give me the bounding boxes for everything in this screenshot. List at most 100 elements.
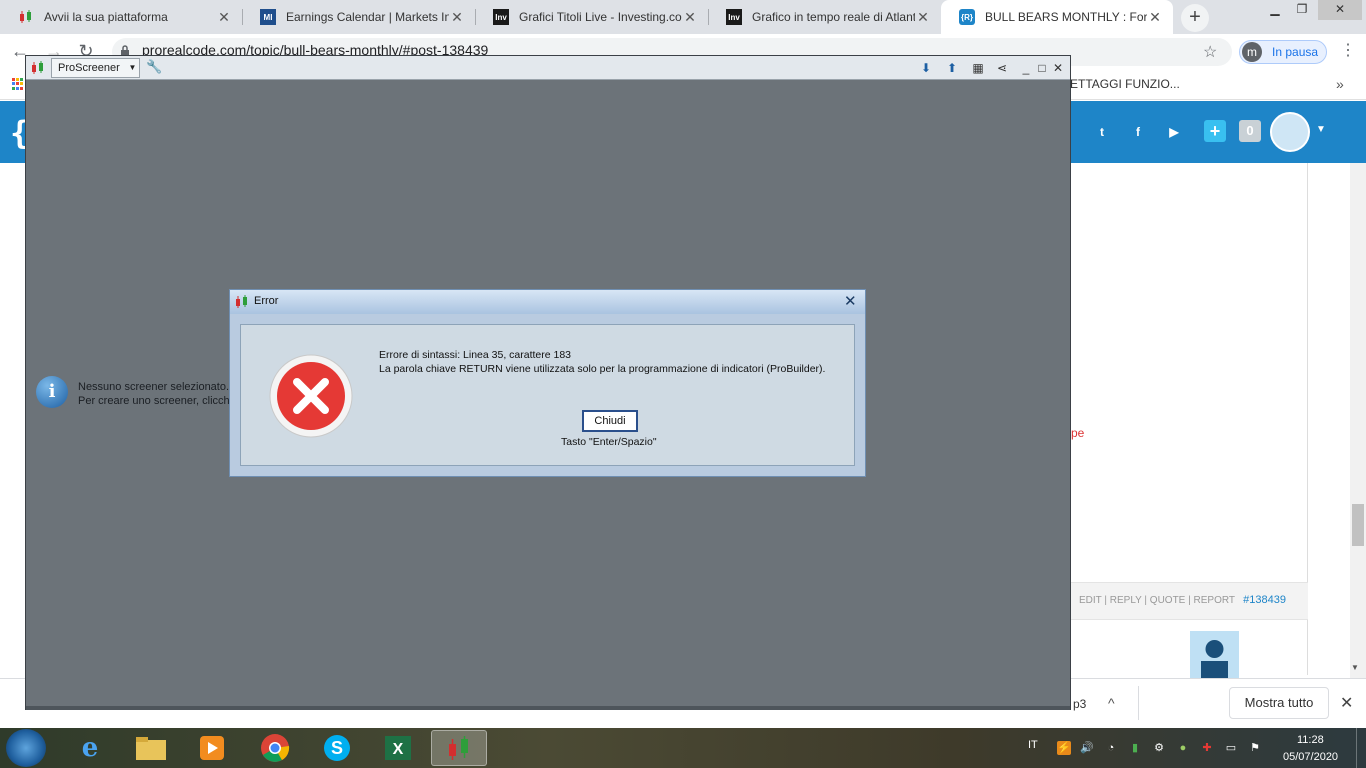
error-dialog: Error ✕ Errore di sintassi: Linea 35, ca…: [229, 289, 866, 477]
kebab-menu-icon[interactable]: ⋮: [1340, 40, 1356, 60]
scroll-down-icon[interactable]: ▼: [1351, 663, 1359, 672]
svg-text:S: S: [331, 738, 343, 758]
info-line[interactable]: Per creare uno screener, clicch: [78, 394, 230, 408]
close-icon[interactable]: ✕: [449, 9, 465, 26]
layout-icon[interactable]: ▦: [970, 60, 986, 76]
chevron-down-icon[interactable]: ▼: [1316, 124, 1326, 135]
profile-status-label: In pausa: [1272, 45, 1319, 59]
network-icon[interactable]: ▮: [1128, 741, 1142, 755]
prorealtime-taskbar-icon[interactable]: [431, 730, 487, 766]
tab-title: Earnings Calendar | Markets Insi: [286, 10, 449, 24]
clock-time[interactable]: 11:28: [1297, 734, 1324, 746]
post-id-link[interactable]: #138439: [1243, 594, 1286, 606]
share-icon[interactable]: ⋖: [994, 60, 1010, 76]
dialog-titlebar[interactable]: Error ✕: [230, 290, 865, 314]
edit-link[interactable]: EDIT: [1079, 595, 1102, 606]
info-line: Nessuno screener selezionato.: [78, 381, 230, 393]
twitter-icon[interactable]: t: [1092, 122, 1112, 142]
avatar: m: [1242, 42, 1262, 62]
tab-avvii-piattaforma[interactable]: Avvii la sua piattaforma ✕: [0, 0, 242, 34]
post-actions: EDIT | REPLY | QUOTE | REPORT #138439: [1079, 594, 1286, 606]
close-icon[interactable]: ✕: [1050, 60, 1066, 76]
screener-select-button[interactable]: ProScreener: [51, 58, 127, 78]
maximize-icon[interactable]: □: [1034, 60, 1050, 76]
excel-icon[interactable]: X: [370, 730, 426, 766]
windows-start-button[interactable]: [6, 729, 46, 767]
markets-insider-icon: MI: [260, 9, 276, 25]
prorealcode-icon: {R}: [959, 9, 975, 25]
keyboard-language[interactable]: IT: [1028, 739, 1038, 751]
bookmark-item[interactable]: ETTAGGI FUNZIO...: [1070, 77, 1180, 91]
close-window-icon[interactable]: ✕: [1318, 0, 1362, 20]
chrome-icon[interactable]: [247, 730, 303, 766]
minimize-icon[interactable]: _: [1018, 60, 1034, 76]
close-icon[interactable]: ✕: [1147, 9, 1163, 26]
error-x-icon: [269, 354, 353, 438]
download-item[interactable]: p3: [1073, 697, 1086, 711]
action-center-flag-icon[interactable]: ⚑: [1248, 741, 1262, 755]
browser-tab-strip: Avvii la sua piattaforma ✕ MI Earnings C…: [0, 0, 1366, 34]
avatar[interactable]: [1190, 631, 1239, 679]
minimize-icon[interactable]: ▁: [1262, 0, 1288, 20]
close-icon[interactable]: ✕: [844, 292, 857, 310]
new-tab-button[interactable]: +: [1181, 4, 1209, 32]
chevron-up-icon[interactable]: ^: [1108, 695, 1115, 711]
close-icon[interactable]: ✕: [216, 9, 232, 26]
facebook-icon[interactable]: f: [1128, 122, 1148, 142]
add-icon[interactable]: +: [1204, 120, 1226, 142]
tray-alert-icon[interactable]: ✚: [1200, 741, 1214, 755]
prorealtime-candles-icon: [32, 61, 43, 74]
tab-title: BULL BEARS MONTHLY : Forum: [985, 10, 1147, 24]
investing-icon: Inv: [726, 9, 742, 25]
bookmark-star-icon[interactable]: ☆: [1203, 42, 1217, 62]
display-icon[interactable]: ▭: [1224, 741, 1238, 755]
tray-app-icon[interactable]: ⚡: [1057, 741, 1071, 755]
error-message-line: Errore di sintassi: Linea 35, carattere …: [379, 349, 572, 361]
close-icon[interactable]: ✕: [915, 9, 931, 26]
error-message-line: La parola chiave RETURN viene utilizzata…: [379, 363, 826, 375]
tray-settings-icon[interactable]: ⚙: [1152, 741, 1166, 755]
bookmarks-overflow-icon[interactable]: »: [1336, 76, 1344, 92]
post-text-fragment: pe: [1071, 426, 1085, 440]
scrollbar-thumb[interactable]: [1352, 504, 1364, 546]
close-icon[interactable]: ✕: [1340, 693, 1353, 713]
tab-grafico-tempo-reale[interactable]: Inv Grafico in tempo reale di Atlanti ✕: [708, 0, 941, 34]
page-scrollbar[interactable]: [1350, 163, 1366, 678]
prorealtime-candles-icon: [18, 9, 34, 25]
clock-date[interactable]: 05/07/2020: [1283, 751, 1338, 763]
tab-title: Grafici Titoli Live - Investing.com: [519, 10, 682, 24]
tab-grafici-titoli[interactable]: Inv Grafici Titoli Live - Investing.com …: [475, 0, 708, 34]
tray-sync-icon[interactable]: ◔: [1104, 741, 1118, 755]
notification-counter[interactable]: 0: [1239, 120, 1261, 142]
apps-grid-icon[interactable]: [12, 78, 24, 90]
quote-link[interactable]: QUOTE: [1150, 595, 1186, 606]
avatar[interactable]: [1270, 112, 1310, 152]
divider: [1138, 686, 1139, 720]
internet-explorer-icon[interactable]: e: [62, 730, 118, 766]
profile-button[interactable]: m In pausa: [1239, 40, 1327, 64]
chevron-down-icon[interactable]: ▼: [126, 58, 140, 78]
show-all-button[interactable]: Mostra tutto: [1229, 687, 1329, 719]
report-link[interactable]: REPORT: [1194, 595, 1235, 606]
file-explorer-icon[interactable]: [123, 730, 179, 766]
tab-bull-bears-monthly[interactable]: {R} BULL BEARS MONTHLY : Forum ✕: [941, 0, 1173, 34]
prorealtime-candles-icon: [236, 295, 247, 308]
no-screener-message: Nessuno screener selezionato. Per creare…: [78, 380, 230, 408]
upload-arrow-icon[interactable]: ⬆: [944, 60, 960, 76]
media-player-icon[interactable]: [184, 730, 240, 766]
window-bottom-border: [26, 706, 1070, 710]
wrench-icon[interactable]: 🔧: [146, 59, 162, 75]
error-message: Errore di sintassi: Linea 35, carattere …: [379, 348, 825, 376]
close-dialog-button[interactable]: Chiudi: [582, 410, 638, 432]
show-desktop-button[interactable]: [1356, 728, 1366, 768]
restore-icon[interactable]: ❐: [1289, 0, 1315, 20]
close-icon[interactable]: ✕: [682, 9, 698, 26]
download-arrow-icon[interactable]: ⬇: [918, 60, 934, 76]
volume-icon[interactable]: 🔊: [1080, 741, 1094, 755]
skype-icon[interactable]: S: [309, 730, 365, 766]
reply-link[interactable]: REPLY: [1110, 595, 1142, 606]
tray-leaf-icon[interactable]: ●: [1176, 741, 1190, 755]
youtube-icon[interactable]: ▶: [1164, 122, 1184, 142]
tab-title: Grafico in tempo reale di Atlanti: [752, 10, 915, 24]
tab-earnings-calendar[interactable]: MI Earnings Calendar | Markets Insi ✕: [242, 0, 475, 34]
